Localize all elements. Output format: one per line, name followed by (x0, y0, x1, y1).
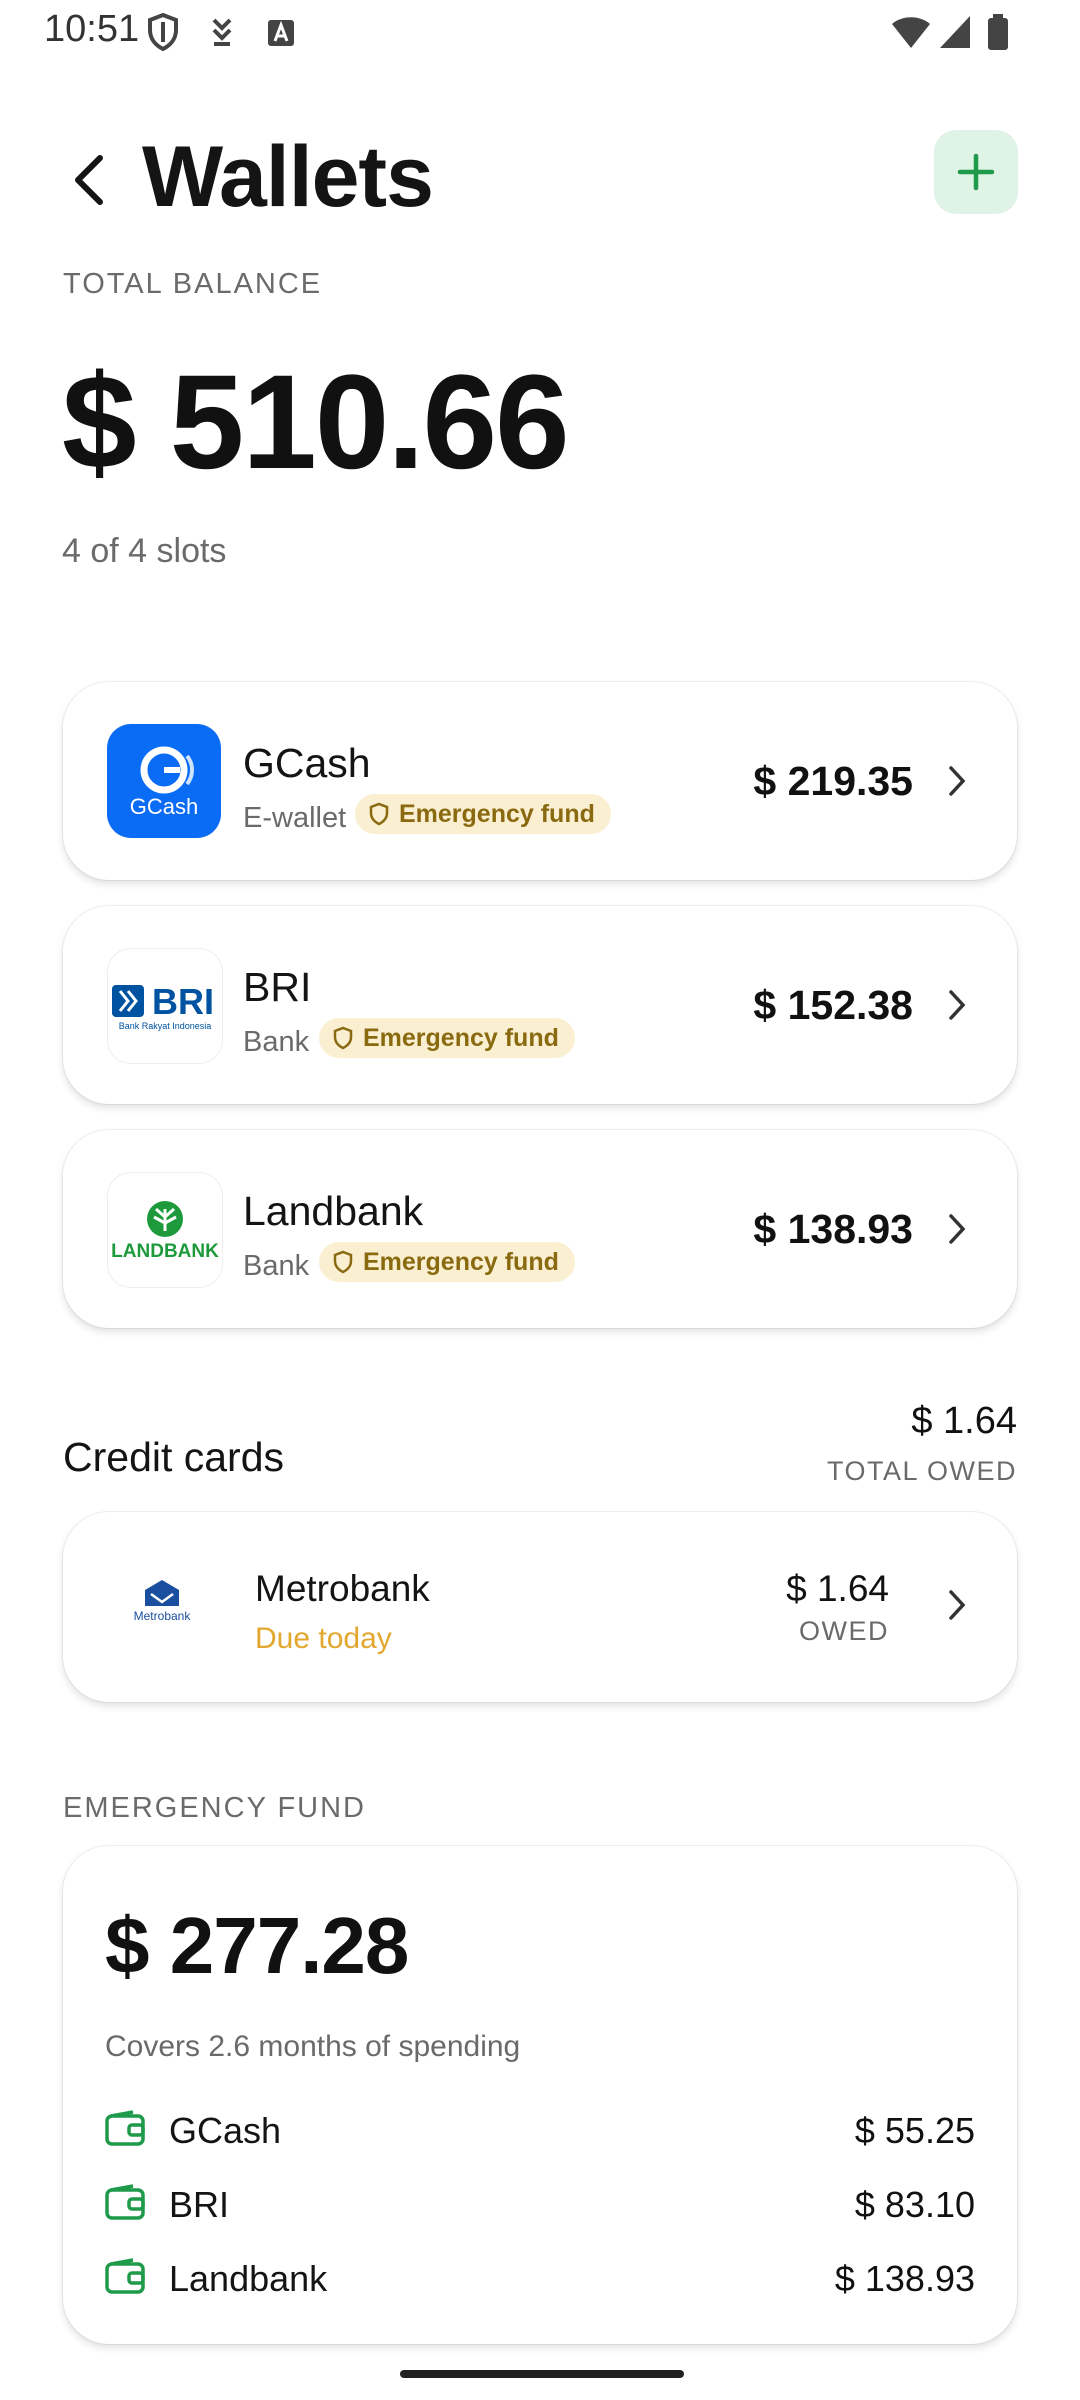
wallet-card-landbank[interactable]: LANDBANK Landbank Bank Emergency fund $ … (63, 1130, 1017, 1328)
wallet-card-bri[interactable]: BRI Bank Rakyat Indonesia BRI Bank Emerg… (63, 906, 1017, 1104)
chevron-right-icon (949, 766, 966, 796)
emergency-fund-amount: $ 277.28 (105, 1901, 409, 1990)
emergency-fund-source: Landbank (169, 2258, 328, 2299)
wallet-amount: $ 219.35 (753, 758, 913, 804)
wallet-name: GCash (243, 740, 371, 786)
landbank-logo: LANDBANK (107, 1172, 223, 1288)
page-title: Wallets (142, 129, 434, 225)
wallet-icon (105, 2258, 145, 2294)
svg-text:Bank Rakyat Indonesia: Bank Rakyat Indonesia (119, 1021, 212, 1031)
shield-icon (333, 1026, 353, 1050)
status-time: 10:51 (44, 8, 140, 50)
emergency-fund-row: Landbank $ 138.93 (105, 2248, 975, 2308)
wallet-type: Bank (243, 1026, 310, 1058)
wallet-type: E-wallet (243, 802, 347, 834)
wallet-icon (105, 2184, 145, 2220)
card-name: Metrobank (255, 1568, 430, 1609)
credit-cards-total: $ 1.64 (911, 1400, 1017, 1442)
emergency-fund-card: $ 277.28 Covers 2.6 months of spending G… (63, 1846, 1017, 2344)
add-wallet-button[interactable] (934, 130, 1018, 214)
signal-icon (938, 12, 972, 57)
plus-icon (957, 153, 995, 191)
download-status-icon (208, 12, 236, 57)
emergency-fund-coverage: Covers 2.6 months of spending (105, 2030, 521, 2063)
wallet-name: BRI (243, 964, 312, 1010)
shield-icon (369, 802, 389, 826)
emergency-fund-source-amount: $ 55.25 (854, 2110, 975, 2151)
emergency-fund-source: GCash (169, 2110, 282, 2151)
chevron-right-icon (949, 1214, 966, 1244)
shield-icon (333, 1250, 353, 1274)
gcash-logo: GCash (107, 724, 221, 838)
emergency-fund-badge: Emergency fund (355, 794, 611, 834)
svg-text:Metrobank: Metrobank (134, 1609, 192, 1623)
text-status-icon (266, 12, 296, 57)
wifi-icon (890, 12, 932, 57)
wallet-amount: $ 152.38 (753, 982, 913, 1028)
emergency-fund-row: GCash $ 55.25 (105, 2100, 975, 2160)
emergency-fund-source-amount: $ 83.10 (854, 2184, 975, 2225)
svg-text:GCash: GCash (130, 794, 198, 819)
chevron-right-icon (949, 1590, 966, 1620)
emergency-fund-row: BRI $ 83.10 (105, 2174, 975, 2234)
credit-cards-total-label: TOTAL OWED (826, 1456, 1017, 1486)
status-bar: 10:51 (0, 0, 1080, 64)
emergency-fund-label: EMERGENCY FUND (63, 1792, 366, 1824)
credit-cards-title: Credit cards (63, 1434, 285, 1480)
chevron-right-icon (949, 990, 966, 1020)
emergency-fund-source-amount: $ 138.93 (834, 2258, 975, 2299)
metrobank-logo: Metrobank (107, 1552, 217, 1662)
emergency-fund-badge: Emergency fund (319, 1242, 575, 1282)
card-due-status: Due today (255, 1622, 392, 1655)
slots-count: 4 of 4 slots (62, 532, 227, 570)
home-indicator[interactable] (400, 2370, 684, 2378)
emergency-fund-source: BRI (169, 2184, 230, 2225)
svg-text:BRI: BRI (152, 981, 214, 1022)
wallet-icon (105, 2110, 145, 2146)
bri-logo: BRI Bank Rakyat Indonesia (107, 948, 223, 1064)
shield-status-icon (146, 12, 180, 57)
back-arrow-icon (75, 155, 103, 205)
credit-card-metrobank[interactable]: Metrobank Metrobank Due today $ 1.64 OWE… (63, 1512, 1017, 1702)
card-owed-label: OWED (799, 1616, 889, 1646)
svg-text:LANDBANK: LANDBANK (111, 1241, 219, 1262)
wallet-name: Landbank (243, 1188, 424, 1234)
emergency-fund-badge: Emergency fund (319, 1018, 575, 1058)
battery-icon (986, 12, 1010, 57)
total-balance-amount: $ 510.66 (62, 348, 570, 497)
total-balance-label: TOTAL BALANCE (63, 268, 323, 300)
wallet-type: Bank (243, 1250, 310, 1282)
back-button[interactable] (58, 140, 118, 220)
header: Wallets (0, 120, 1080, 260)
card-owed-amount: $ 1.64 (786, 1568, 889, 1609)
wallet-card-gcash[interactable]: GCash GCash E-wallet Emergency fund $ 21… (63, 682, 1017, 880)
wallet-amount: $ 138.93 (753, 1206, 913, 1252)
